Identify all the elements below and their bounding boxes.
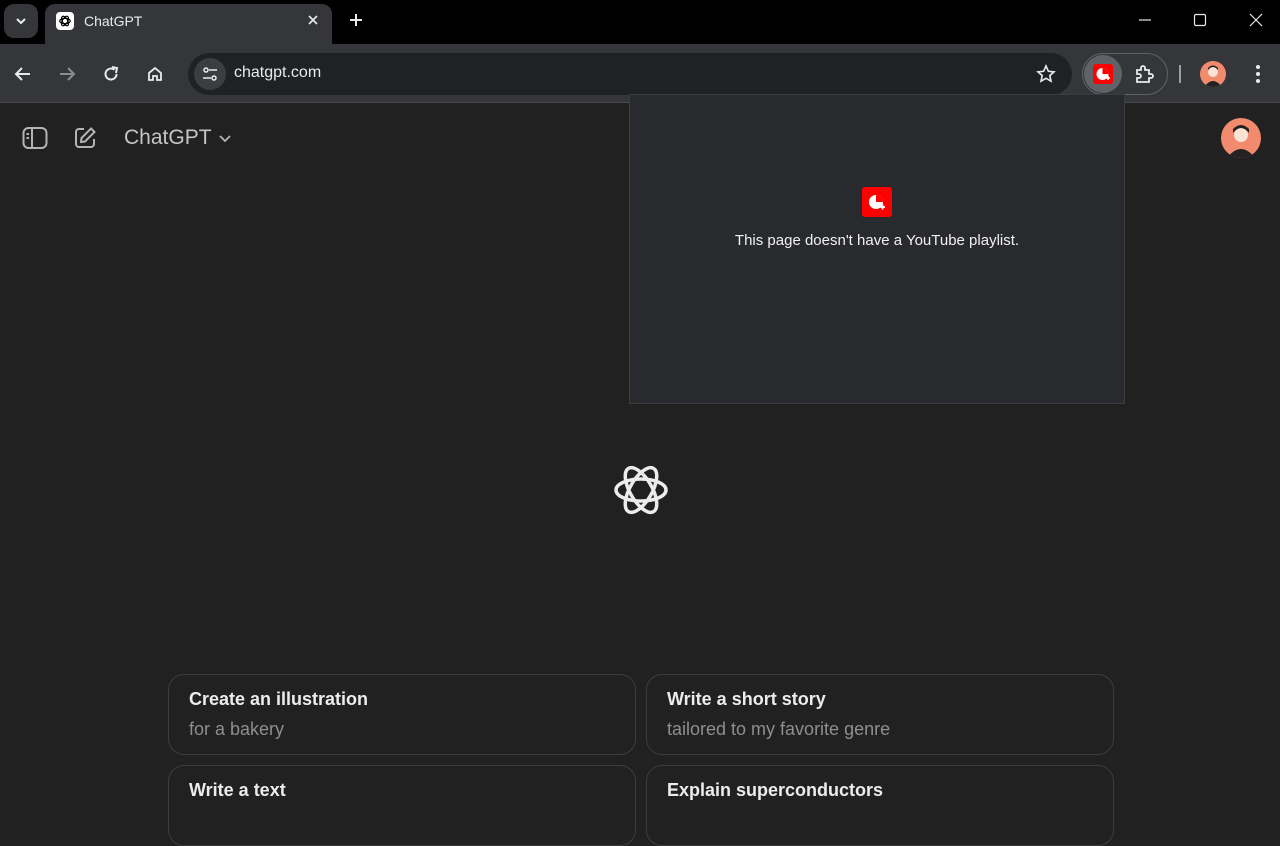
- youtube-playlist-extension-button[interactable]: [1084, 55, 1122, 93]
- back-button[interactable]: [7, 58, 39, 90]
- suggestion-card[interactable]: Write a text: [168, 765, 636, 846]
- tab-search-button[interactable]: [4, 4, 38, 38]
- reload-icon: [104, 66, 119, 81]
- maximize-icon: [1193, 13, 1207, 27]
- tab-title: ChatGPT: [84, 13, 143, 29]
- sidebar-icon: [22, 127, 48, 149]
- browser-tab-strip: ChatGPT: [0, 0, 1280, 44]
- new-tab-button[interactable]: [342, 6, 370, 34]
- home-button[interactable]: [139, 58, 171, 90]
- browser-menu-button[interactable]: [1246, 60, 1270, 88]
- window-close-button[interactable]: [1233, 0, 1279, 40]
- tune-icon: [203, 67, 217, 81]
- edit-icon: [75, 127, 96, 148]
- suggestion-subtitle: for a bakery: [189, 719, 285, 739]
- new-chat-button[interactable]: [67, 120, 103, 156]
- tab-chatgpt[interactable]: ChatGPT: [45, 4, 332, 44]
- minimize-button[interactable]: [1122, 0, 1168, 40]
- suggestion-card[interactable]: Write a short story tailored to my favor…: [646, 674, 1114, 755]
- more-vertical-icon: [1256, 65, 1260, 83]
- extensions-group: [1082, 53, 1168, 95]
- suggestion-title: Explain superconductors: [667, 780, 884, 800]
- suggestion-card[interactable]: Explain superconductors: [646, 765, 1114, 846]
- home-icon: [148, 66, 162, 81]
- browser-profile-avatar[interactable]: [1200, 61, 1226, 87]
- suggestion-title: Write a short story: [667, 689, 826, 709]
- arrow-left-icon: [14, 67, 30, 81]
- tab-close-button[interactable]: [302, 9, 324, 31]
- reload-button[interactable]: [95, 58, 127, 90]
- address-bar[interactable]: chatgpt.com: [188, 53, 1072, 95]
- suggestion-title: Create an illustration: [189, 689, 369, 709]
- suggestion-subtitle: tailored to my favorite genre: [667, 719, 891, 739]
- youtube-playlist-extension-icon: [1093, 64, 1113, 84]
- youtube-playlist-extension-icon: [862, 187, 892, 217]
- chevron-down-icon: [218, 135, 231, 143]
- star-icon: [1036, 64, 1056, 83]
- minimize-icon: [1139, 19, 1151, 21]
- model-name: ChatGPT: [124, 126, 212, 149]
- chatgpt-favicon-icon: [56, 12, 74, 30]
- maximize-button[interactable]: [1177, 0, 1223, 40]
- extensions-menu-button[interactable]: [1131, 62, 1157, 88]
- suggestion-title: Write a text: [189, 780, 286, 800]
- close-icon: [308, 15, 318, 25]
- sidebar-toggle-button[interactable]: [17, 120, 53, 156]
- puzzle-icon: [1136, 65, 1154, 83]
- bookmark-star-button[interactable]: [1034, 62, 1058, 86]
- extension-popup: This page doesn't have a YouTube playlis…: [629, 94, 1125, 404]
- close-icon: [1249, 13, 1263, 27]
- openai-logo-icon: [614, 465, 668, 515]
- site-info-button[interactable]: [194, 58, 226, 90]
- forward-button[interactable]: [51, 58, 83, 90]
- model-selector[interactable]: ChatGPT: [124, 126, 232, 150]
- user-avatar[interactable]: [1221, 118, 1261, 158]
- suggestion-card[interactable]: Create an illustration for a bakery: [168, 674, 636, 755]
- popup-message: This page doesn't have a YouTube playlis…: [734, 232, 1020, 249]
- arrow-right-icon: [60, 67, 76, 81]
- chevron-down-icon: [16, 18, 26, 25]
- plus-icon: [350, 14, 362, 26]
- toolbar-separator: [1179, 65, 1181, 83]
- url-text: chatgpt.com: [234, 64, 322, 81]
